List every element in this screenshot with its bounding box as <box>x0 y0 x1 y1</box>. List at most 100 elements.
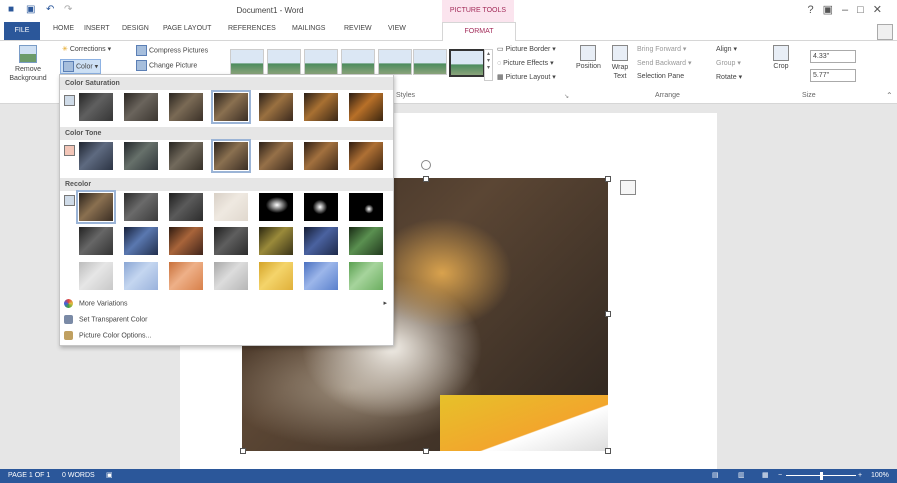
resize-handle[interactable] <box>240 448 246 454</box>
zoom-slider-thumb[interactable] <box>820 472 823 480</box>
recolor-swatch[interactable] <box>304 227 338 255</box>
ribbon-display-icon[interactable]: ▣ <box>823 4 842 16</box>
recolor-swatch[interactable] <box>214 193 248 221</box>
group-button[interactable]: Group ▾ <box>716 59 741 67</box>
resize-handle[interactable] <box>423 448 429 454</box>
tone-swatch[interactable] <box>79 142 113 170</box>
send-backward-button[interactable]: Send Backward ▾ <box>637 59 692 67</box>
collapse-ribbon-icon[interactable]: ⌃ <box>886 91 893 100</box>
picture-border-button[interactable]: ▭ Picture Border ▾ <box>497 45 556 53</box>
recolor-swatch[interactable] <box>259 262 293 290</box>
saturation-swatch[interactable] <box>124 93 158 121</box>
position-button[interactable]: Position <box>576 45 601 70</box>
saturation-swatch[interactable] <box>79 93 113 121</box>
color-button[interactable]: Color ▾ <box>60 59 102 74</box>
selection-pane-button[interactable]: Selection Pane <box>637 73 684 80</box>
recolor-swatch[interactable] <box>79 262 113 290</box>
proofing-icon[interactable]: ▣ <box>106 469 113 483</box>
saturation-swatch[interactable] <box>304 93 338 121</box>
tone-swatch[interactable] <box>211 139 251 173</box>
saturation-swatch[interactable] <box>169 93 203 121</box>
save-icon[interactable]: ▣ <box>26 4 35 15</box>
tab-review[interactable]: REVIEW <box>344 25 372 32</box>
recolor-swatch[interactable] <box>349 193 383 221</box>
tone-swatch[interactable] <box>169 142 203 170</box>
tab-page-layout[interactable]: PAGE LAYOUT <box>163 25 211 32</box>
maximize-icon[interactable]: □ <box>857 4 873 16</box>
recolor-swatch[interactable] <box>304 262 338 290</box>
picture-style-2[interactable] <box>267 49 301 75</box>
recolor-swatch[interactable] <box>124 262 158 290</box>
change-picture-button[interactable]: Change Picture <box>136 60 197 71</box>
wrap-text-button[interactable]: Wrap Text <box>609 45 631 81</box>
tab-home[interactable]: HOME <box>53 25 74 32</box>
picture-style-1[interactable] <box>230 49 264 75</box>
help-icon[interactable]: ? <box>807 4 822 16</box>
recolor-swatch[interactable] <box>214 262 248 290</box>
tone-swatch[interactable] <box>304 142 338 170</box>
saturation-swatch[interactable] <box>259 93 293 121</box>
dialog-launcher-icon[interactable]: ↘ <box>564 93 569 100</box>
tab-references[interactable]: REFERENCES <box>228 25 276 32</box>
picture-style-4[interactable] <box>341 49 375 75</box>
recolor-swatch[interactable] <box>76 190 116 224</box>
saturation-swatch[interactable] <box>349 93 383 121</box>
recolor-swatch[interactable] <box>169 227 203 255</box>
tone-swatch[interactable] <box>124 142 158 170</box>
close-icon[interactable]: ✕ <box>873 4 891 16</box>
rotate-handle[interactable] <box>421 160 431 170</box>
styles-scroll[interactable]: ▴ ▾ ▾ <box>484 49 493 81</box>
height-input[interactable]: 4.33" <box>810 50 856 63</box>
more-variations-item[interactable]: More Variations ▸ <box>64 299 387 308</box>
read-mode-icon[interactable]: ▤ <box>712 469 719 483</box>
corrections-button[interactable]: ✳ Corrections ▾ <box>62 45 111 53</box>
recolor-swatch[interactable] <box>169 193 203 221</box>
layout-options-icon[interactable] <box>620 180 636 195</box>
redo-icon[interactable]: ↷ <box>64 4 72 15</box>
zoom-in-icon[interactable]: + <box>858 469 862 483</box>
picture-color-options-item[interactable]: Picture Color Options... <box>64 331 151 340</box>
picture-style-5[interactable] <box>378 49 412 75</box>
bring-forward-button[interactable]: Bring Forward ▾ <box>637 45 686 53</box>
zoom-out-icon[interactable]: − <box>778 469 782 483</box>
saturation-swatch[interactable] <box>211 90 251 124</box>
width-input[interactable]: 5.77" <box>810 69 856 82</box>
remove-background-button[interactable]: Remove Background <box>4 45 52 83</box>
recolor-swatch[interactable] <box>214 227 248 255</box>
recolor-swatch[interactable] <box>349 262 383 290</box>
page-count[interactable]: PAGE 1 OF 1 <box>8 469 50 483</box>
resize-handle[interactable] <box>423 176 429 182</box>
window-controls[interactable]: ?▣–□✕ <box>807 3 891 16</box>
crop-button[interactable]: Crop <box>773 45 789 70</box>
minimize-icon[interactable]: – <box>842 4 857 16</box>
compress-pictures-button[interactable]: Compress Pictures <box>136 45 208 56</box>
tab-format[interactable]: FORMAT <box>442 22 516 41</box>
picture-style-6[interactable] <box>413 49 447 75</box>
picture-effects-button[interactable]: ◌ Picture Effects ▾ <box>497 59 554 67</box>
resize-handle[interactable] <box>605 448 611 454</box>
zoom-level[interactable]: 100% <box>871 469 889 483</box>
recolor-swatch[interactable] <box>124 193 158 221</box>
recolor-swatch[interactable] <box>124 227 158 255</box>
tab-view[interactable]: VIEW <box>388 25 406 32</box>
tab-insert[interactable]: INSERT <box>84 25 110 32</box>
recolor-swatch[interactable] <box>79 227 113 255</box>
picture-style-3[interactable] <box>304 49 338 75</box>
tone-swatch[interactable] <box>349 142 383 170</box>
picture-layout-button[interactable]: ▦ Picture Layout ▾ <box>497 73 556 81</box>
recolor-swatch[interactable] <box>169 262 203 290</box>
tone-swatch[interactable] <box>259 142 293 170</box>
recolor-swatch[interactable] <box>304 193 338 221</box>
tab-design[interactable]: DESIGN <box>122 25 149 32</box>
tab-file[interactable]: FILE <box>4 22 40 40</box>
avatar[interactable] <box>877 24 893 40</box>
recolor-swatch[interactable] <box>349 227 383 255</box>
picture-style-7[interactable] <box>449 49 485 77</box>
word-count[interactable]: 0 WORDS <box>62 469 95 483</box>
set-transparent-color-item[interactable]: Set Transparent Color <box>64 315 147 324</box>
undo-icon[interactable]: ↶ <box>46 4 54 15</box>
resize-handle[interactable] <box>605 176 611 182</box>
web-layout-icon[interactable]: ▦ <box>762 469 769 483</box>
align-button[interactable]: Align ▾ <box>716 45 737 53</box>
resize-handle[interactable] <box>605 311 611 317</box>
